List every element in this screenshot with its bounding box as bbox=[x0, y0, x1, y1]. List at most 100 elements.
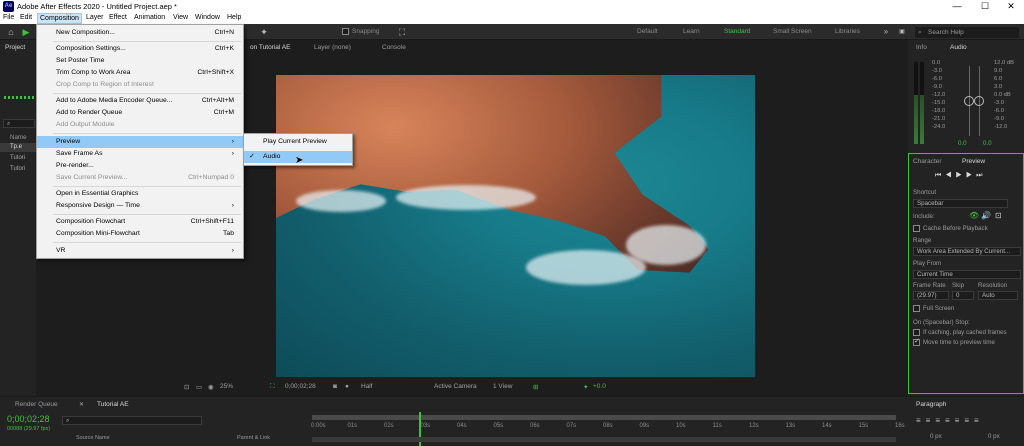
menu-item-pre-render[interactable]: Pre-render... bbox=[37, 160, 243, 172]
monitor-icon[interactable]: ▭ bbox=[196, 383, 202, 391]
tab-tutorial-ae[interactable]: Tutorial AE bbox=[97, 401, 129, 408]
range-select[interactable]: Work Area Extended By Current... bbox=[913, 247, 1021, 256]
viewer-timecode[interactable]: 0;00;02;28 bbox=[285, 383, 316, 390]
menu-effect[interactable]: Effect bbox=[109, 14, 127, 21]
workspace-learn[interactable]: Learn bbox=[683, 28, 700, 35]
tab-preview[interactable]: Preview bbox=[962, 158, 985, 165]
grid-icon[interactable]: ⊞ bbox=[533, 383, 538, 391]
menu-item-responsive-design[interactable]: Responsive Design — Time › bbox=[37, 200, 243, 212]
menu-item-add-to-render-queue[interactable]: Add to Render Queue Ctrl+M bbox=[37, 107, 243, 119]
menu-layer[interactable]: Layer bbox=[86, 14, 104, 21]
view-layout-select[interactable]: 1 View bbox=[493, 383, 512, 390]
minimize-button[interactable]: — bbox=[944, 0, 970, 13]
menu-item-composition-flowchart[interactable]: Composition Flowchart Ctrl+Shift+F11 bbox=[37, 216, 243, 228]
play-icon[interactable]: ▶ bbox=[956, 172, 966, 179]
frame-rate-select[interactable]: (29.97) bbox=[913, 291, 949, 300]
fit-icon[interactable]: ⛶ bbox=[270, 383, 275, 391]
prev-frame-icon[interactable]: ◀ bbox=[945, 172, 955, 179]
menu-item-vr[interactable]: VR › bbox=[37, 245, 243, 257]
snap-icon[interactable]: ⛶ bbox=[396, 26, 408, 38]
menu-composition[interactable]: Composition bbox=[37, 13, 82, 24]
last-frame-icon[interactable]: ⏭ bbox=[976, 172, 986, 179]
indent-left[interactable]: 0 px bbox=[930, 433, 942, 440]
skip-select[interactable]: 0 bbox=[952, 291, 974, 300]
workspace-standard[interactable]: Standard bbox=[724, 28, 750, 35]
maximize-button[interactable]: ☐ bbox=[972, 0, 998, 13]
search-help-input[interactable]: ⌕ Search Help bbox=[915, 27, 1019, 38]
tab-render-queue[interactable]: Render Queue bbox=[15, 401, 58, 408]
timeline-timecode[interactable]: 0;00;02;28 bbox=[7, 414, 50, 424]
shortcut-select[interactable]: Spacebar bbox=[913, 199, 1008, 208]
list-item[interactable]: Tutori bbox=[0, 165, 36, 174]
workspace-default[interactable]: Default bbox=[637, 28, 658, 35]
work-area-bar[interactable] bbox=[312, 415, 896, 420]
workspace-small-screen[interactable]: Small Screen bbox=[773, 28, 812, 35]
include-overlays-icon[interactable]: ⊡ bbox=[995, 211, 1002, 220]
exposure-value[interactable]: +0.0 bbox=[593, 383, 606, 390]
ruler-tick-label: 11s bbox=[712, 423, 722, 429]
region-icon[interactable]: ⊡ bbox=[184, 383, 189, 391]
selection-tool-icon[interactable]: ▶ bbox=[20, 26, 32, 38]
menu-item-play-current-preview[interactable]: Play Current Preview bbox=[244, 136, 352, 148]
play-from-select[interactable]: Current Time bbox=[913, 270, 1021, 279]
menu-item-save-frame-as[interactable]: Save Frame As › bbox=[37, 148, 243, 160]
tab-composition[interactable]: on Tutorial AE bbox=[250, 44, 290, 51]
move-time-checkbox[interactable] bbox=[913, 337, 920, 346]
camera-select[interactable]: Active Camera bbox=[434, 383, 477, 390]
window-title: Adobe After Effects 2020 - Untitled Proj… bbox=[17, 2, 177, 11]
include-audio-icon[interactable]: 🔊 bbox=[981, 211, 991, 220]
tab-character[interactable]: Character bbox=[913, 158, 942, 165]
workspace-libraries[interactable]: Libraries bbox=[835, 28, 860, 35]
workspace-overflow-icon[interactable]: » bbox=[880, 26, 892, 38]
menu-item-mini-flowchart[interactable]: Composition Mini-Flowchart Tab bbox=[37, 228, 243, 240]
composition-viewer[interactable] bbox=[276, 75, 755, 377]
menu-item-new-composition[interactable]: New Composition... Ctrl+N bbox=[37, 27, 243, 39]
menu-animation[interactable]: Animation bbox=[134, 14, 165, 21]
menu-item-composition-settings[interactable]: Composition Settings... Ctrl+K bbox=[37, 43, 243, 55]
home-icon[interactable]: ⌂ bbox=[5, 26, 17, 38]
close-icon[interactable]: ✕ bbox=[79, 401, 84, 408]
resolution-select-preview[interactable]: Auto bbox=[978, 291, 1018, 300]
close-button[interactable]: ✕ bbox=[998, 0, 1024, 13]
if-caching-checkbox[interactable] bbox=[913, 329, 920, 336]
menu-item-set-poster-time[interactable]: Set Poster Time bbox=[37, 55, 243, 67]
next-frame-icon[interactable]: ▶ bbox=[966, 172, 976, 179]
volume-slider-right[interactable] bbox=[974, 96, 984, 106]
zoom-select[interactable]: 25% bbox=[220, 383, 233, 390]
list-item[interactable]: Tp.e bbox=[0, 143, 36, 152]
menu-edit[interactable]: Edit bbox=[20, 14, 32, 21]
list-item[interactable]: Tutori bbox=[0, 154, 36, 163]
tab-info[interactable]: Info bbox=[916, 44, 927, 51]
menu-item-trim-comp[interactable]: Trim Comp to Work Area Ctrl+Shift+X bbox=[37, 67, 243, 79]
menu-view[interactable]: View bbox=[173, 14, 188, 21]
tab-audio[interactable]: Audio bbox=[950, 44, 967, 51]
volume-slider-left[interactable] bbox=[964, 96, 974, 106]
menu-item-add-to-media-encoder[interactable]: Add to Adobe Media Encoder Queue... Ctrl+… bbox=[37, 95, 243, 107]
menu-item-essential-graphics[interactable]: Open in Essential Graphics bbox=[37, 188, 243, 200]
tab-console[interactable]: Console bbox=[382, 44, 406, 51]
timeline-scrollbar[interactable] bbox=[312, 437, 896, 442]
menu-file[interactable]: File bbox=[3, 14, 14, 21]
menu-item-preview[interactable]: Preview › bbox=[37, 136, 243, 148]
snapping-checkbox[interactable] bbox=[342, 28, 349, 35]
resolution-select[interactable]: Half bbox=[361, 383, 373, 390]
display-icon[interactable]: ▣ bbox=[896, 26, 908, 38]
first-frame-icon[interactable]: ⏮ bbox=[935, 172, 945, 179]
tab-paragraph[interactable]: Paragraph bbox=[916, 401, 946, 408]
cache-before-playback-checkbox[interactable] bbox=[913, 225, 920, 232]
exposure-icon[interactable]: ✦ bbox=[583, 383, 588, 391]
indent-right[interactable]: 0 px bbox=[988, 433, 1000, 440]
project-search-input[interactable]: ⌕ bbox=[3, 119, 35, 128]
alignment-buttons[interactable]: ≡≡≡≡≡≡≡ bbox=[916, 416, 984, 425]
tab-project[interactable]: Project bbox=[5, 44, 25, 51]
color-icon[interactable]: ● bbox=[345, 383, 349, 390]
menu-window[interactable]: Window bbox=[195, 14, 220, 21]
tab-layer[interactable]: Layer (none) bbox=[314, 44, 351, 51]
full-screen-checkbox[interactable] bbox=[913, 305, 920, 312]
camera-icon[interactable]: ◙ bbox=[333, 383, 337, 390]
snapshot-icon[interactable]: ◉ bbox=[208, 383, 214, 391]
timeline-search-input[interactable]: ⌕ bbox=[62, 416, 202, 425]
pin-tool-icon[interactable]: ✦ bbox=[258, 26, 270, 38]
menu-help[interactable]: Help bbox=[227, 14, 241, 21]
include-video-icon[interactable]: 👁 bbox=[969, 211, 979, 220]
